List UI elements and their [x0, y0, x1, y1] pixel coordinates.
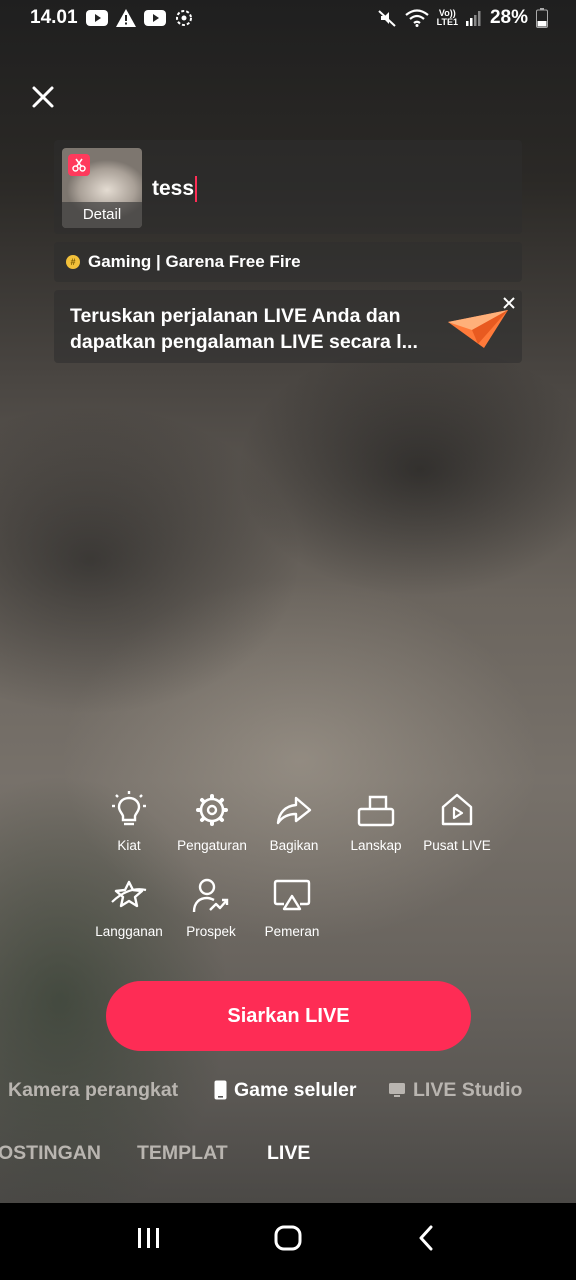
live-center-icon [441, 793, 473, 826]
warning-icon [115, 9, 136, 27]
source-device-camera[interactable]: Kamera perangkat [8, 1079, 178, 1102]
prospect-icon [192, 878, 229, 913]
source-live-studio[interactable]: LIVE Studio [388, 1079, 522, 1102]
cover-thumbnail[interactable]: Detail [62, 148, 142, 228]
tool-label: Pemeran [264, 924, 320, 939]
status-left: 14.01 [30, 7, 194, 29]
wifi-icon [404, 9, 429, 27]
tool-label: Langganan [95, 924, 163, 939]
tab-postingan[interactable]: OSTINGAN [0, 1142, 101, 1165]
network-type-label: Vo)) LTE1 [436, 8, 458, 27]
promo-close-button[interactable] [500, 294, 518, 312]
scissors-icon [72, 158, 86, 172]
cast-icon [273, 879, 311, 911]
home-button[interactable] [274, 1225, 302, 1256]
system-nav-bar [0, 1203, 576, 1280]
share-icon [276, 796, 312, 825]
tool-label: Pengaturan [177, 838, 247, 853]
home-icon [274, 1225, 302, 1251]
recent-apps-button[interactable] [136, 1225, 162, 1256]
mode-tabs: OSTINGAN TEMPLAT LIVE [0, 1142, 576, 1176]
status-right: Vo)) LTE1 28% [377, 7, 548, 29]
promo-text: Teruskan perjalanan LIVE Anda dan dapatk… [70, 305, 418, 353]
back-icon [419, 1225, 433, 1251]
subscription-icon [111, 880, 147, 908]
back-button[interactable] [414, 1225, 440, 1256]
mute-icon [377, 8, 397, 28]
text-cursor [195, 176, 198, 202]
live-title-input[interactable]: tess [152, 176, 198, 202]
tab-live[interactable]: LIVE [267, 1142, 310, 1165]
source-label: Game seluler [234, 1078, 357, 1101]
youtube-icon [143, 10, 166, 26]
close-icon [32, 86, 54, 108]
landscape-icon [357, 795, 395, 827]
settings-sync-icon [174, 8, 194, 28]
cover-detail-label[interactable]: Detail [62, 202, 142, 228]
source-mobile-game[interactable]: Game seluler [214, 1079, 356, 1102]
youtube-icon [85, 10, 108, 26]
go-live-button[interactable]: Siarkan LIVE [106, 981, 471, 1051]
tool-label: Lanskap [350, 838, 402, 853]
status-time: 14.01 [30, 7, 78, 28]
battery-percent: 28% [489, 7, 528, 28]
tool-label: Prospek [186, 924, 236, 939]
tool-label: Bagikan [269, 838, 319, 853]
gear-icon [196, 794, 228, 826]
close-button[interactable] [28, 82, 60, 114]
tab-templat[interactable]: TEMPLAT [137, 1142, 228, 1165]
edit-cover-badge[interactable] [68, 154, 90, 176]
phone-icon [214, 1080, 227, 1100]
tool-label: Kiat [117, 838, 141, 853]
monitor-icon [389, 1083, 405, 1097]
source-label: LIVE Studio [413, 1078, 523, 1101]
close-icon [503, 297, 515, 309]
stream-source-selector: Kamera perangkat Game seluler LIVE Studi… [0, 1073, 576, 1107]
lightbulb-icon [112, 791, 146, 826]
tool-pusat-live[interactable]: Pusat LIVE [409, 790, 505, 853]
tool-pemeran[interactable]: Pemeran [244, 876, 340, 939]
tool-label: Pusat LIVE [423, 838, 491, 853]
recent-apps-icon [138, 1228, 159, 1248]
category-selector[interactable]: # Gaming | Garena Free Fire [54, 242, 522, 282]
tool-kiat[interactable]: Kiat [81, 790, 177, 853]
battery-icon [536, 8, 548, 28]
live-title-card: Detail tess [54, 140, 522, 234]
live-title-value: tess [152, 177, 195, 200]
signal-icon [465, 10, 482, 26]
source-label: Kamera perangkat [8, 1078, 179, 1101]
hashtag-icon: # [66, 255, 80, 269]
category-label: Gaming | Garena Free Fire [88, 252, 301, 271]
promo-banner[interactable]: Teruskan perjalanan LIVE Anda dan dapatk… [54, 290, 522, 363]
status-bar: 14.01 Vo)) LTE1 28% [0, 0, 576, 36]
